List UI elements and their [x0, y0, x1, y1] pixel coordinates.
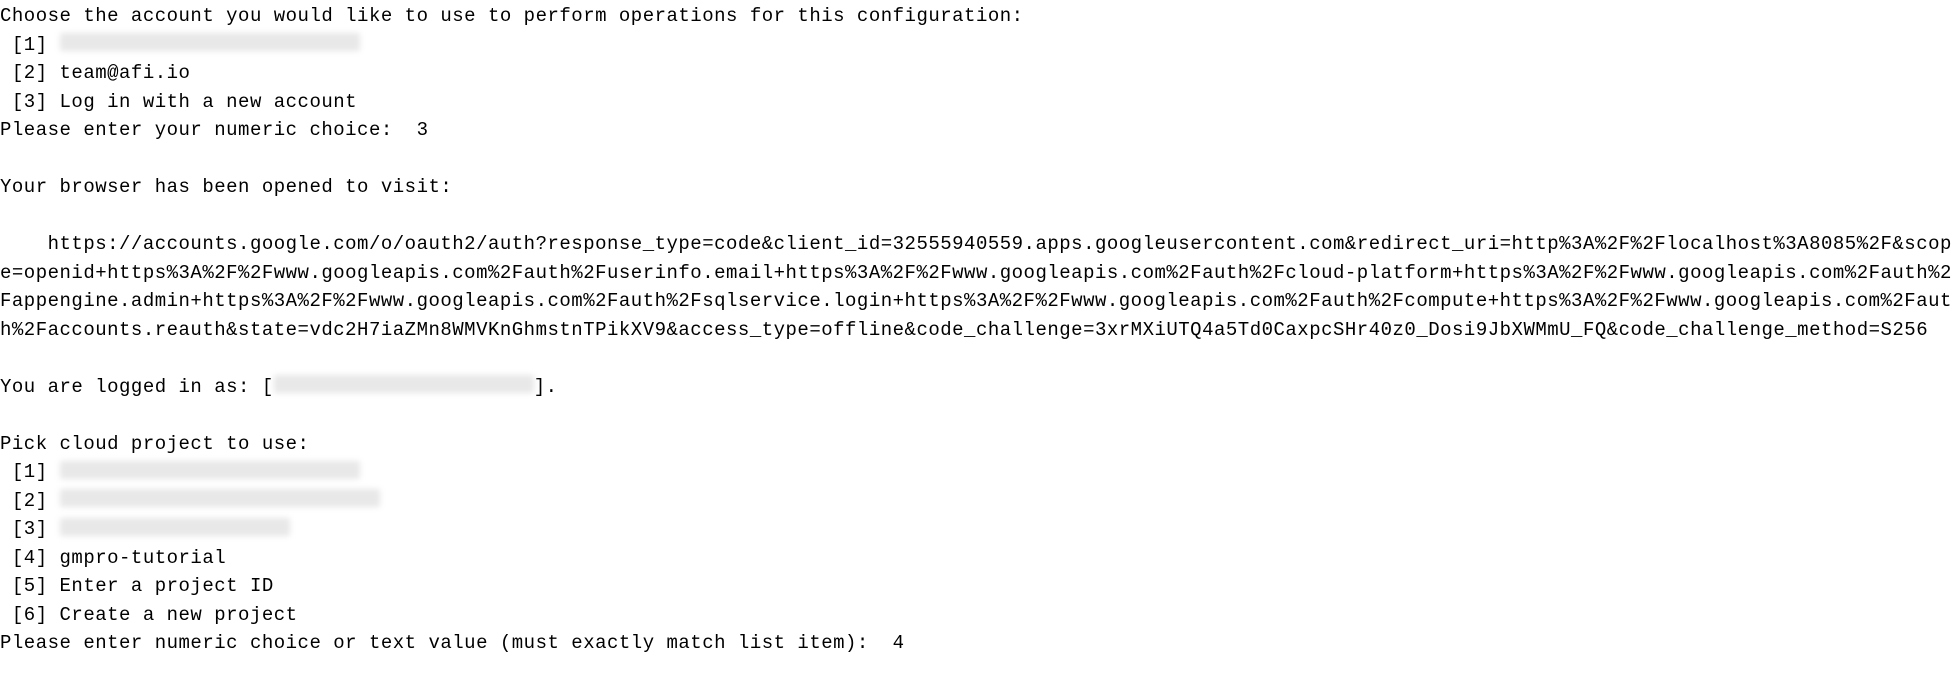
oauth-url: https://accounts.google.com/o/oauth2/aut… — [0, 230, 1952, 344]
blank-line — [0, 401, 1952, 430]
account-option-3: [3] Log in with a new account — [0, 88, 1952, 117]
redacted-account — [60, 33, 360, 51]
terminal-output: Choose the account you would like to use… — [0, 0, 1952, 688]
project-option-4: [4] gmpro-tutorial — [0, 544, 1952, 573]
project-choice-prompt: Please enter numeric choice or text valu… — [0, 629, 1952, 658]
project-choice-input[interactable]: 4 — [893, 632, 905, 654]
blank-line — [0, 145, 1952, 174]
blank-line — [0, 344, 1952, 373]
blank-line — [0, 202, 1952, 231]
numeric-choice-input[interactable]: 3 — [417, 119, 429, 141]
redacted-project — [60, 489, 380, 507]
project-option-1: [1] — [0, 458, 1952, 487]
project-option-3: [3] — [0, 515, 1952, 544]
browser-opened-message: Your browser has been opened to visit: — [0, 173, 1952, 202]
numeric-choice-prompt: Please enter your numeric choice: 3 — [0, 116, 1952, 145]
pick-project-prompt: Pick cloud project to use: — [0, 430, 1952, 459]
account-option-2: [2] team@afi.io — [0, 59, 1952, 88]
account-option-1: [1] — [0, 31, 1952, 60]
logged-in-message: You are logged in as: []. — [0, 373, 1952, 402]
project-option-6: [6] Create a new project — [0, 601, 1952, 630]
choose-account-prompt: Choose the account you would like to use… — [0, 2, 1952, 31]
redacted-project — [60, 518, 290, 536]
redacted-user — [274, 375, 534, 393]
project-option-2: [2] — [0, 487, 1952, 516]
project-option-5: [5] Enter a project ID — [0, 572, 1952, 601]
redacted-project — [60, 461, 360, 479]
